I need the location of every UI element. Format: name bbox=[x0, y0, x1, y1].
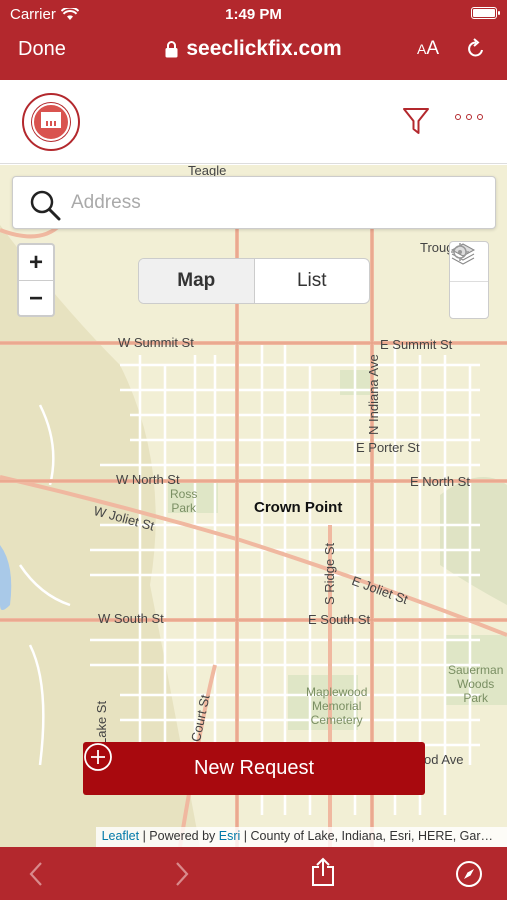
map-label-e-summit: E Summit St bbox=[380, 337, 453, 352]
sauerman-line1: Sauerman bbox=[448, 663, 504, 677]
map-label-w-north: W North St bbox=[116, 472, 180, 487]
text-size-small-label: A bbox=[416, 41, 427, 57]
url-text: seeclickfix.com bbox=[186, 37, 342, 60]
more-options-icon[interactable] bbox=[455, 114, 483, 120]
compass-icon[interactable] bbox=[455, 860, 483, 888]
share-icon[interactable] bbox=[311, 857, 335, 887]
esri-link[interactable]: Esri bbox=[219, 829, 241, 843]
map-label-s-ridge: S Ridge St bbox=[322, 542, 337, 605]
forward-icon[interactable] bbox=[174, 861, 190, 887]
plus-circle-icon bbox=[84, 743, 112, 771]
ross-park-line2: Park bbox=[171, 501, 197, 515]
safari-bottom-bar bbox=[0, 847, 507, 900]
zoom-control: + − bbox=[17, 243, 55, 317]
map-label-e-south: E South St bbox=[308, 612, 371, 627]
zoom-in-button[interactable]: + bbox=[19, 245, 53, 280]
map-label-lake: Lake St bbox=[94, 700, 109, 745]
map-side-controls bbox=[449, 241, 489, 319]
reload-icon[interactable] bbox=[465, 38, 487, 60]
zoom-out-button[interactable]: − bbox=[19, 280, 53, 315]
clock: 1:49 PM bbox=[225, 6, 282, 23]
maplewood-line3: Cemetery bbox=[310, 713, 363, 727]
text-size-large-label: A bbox=[426, 38, 439, 59]
map-label-city: Crown Point bbox=[254, 499, 343, 516]
map-label-sauerman: Sauerman Woods Park bbox=[448, 663, 503, 705]
browser-nav-row: Done seeclickfix.com AA bbox=[0, 30, 507, 70]
map-label-w-summit: W Summit St bbox=[118, 335, 194, 350]
seal-courthouse-icon bbox=[41, 112, 61, 128]
city-seal-logo bbox=[22, 93, 80, 151]
filter-icon[interactable] bbox=[403, 107, 429, 135]
map-attribution: Leaflet | Powered by Esri | County of La… bbox=[95, 827, 507, 847]
sauerman-line3: Park bbox=[463, 691, 489, 705]
map-label-n-indiana: N Indiana Ave bbox=[366, 354, 381, 435]
search-icon bbox=[30, 190, 61, 221]
safari-top-bar: Carrier 1:49 PM Done seeclickfix.com AA bbox=[0, 0, 507, 80]
status-bar: Carrier 1:49 PM bbox=[0, 0, 507, 28]
battery-icon bbox=[471, 7, 500, 19]
lock-icon bbox=[165, 40, 178, 57]
new-request-button[interactable]: New Request bbox=[83, 742, 425, 795]
app-header bbox=[0, 80, 507, 164]
powered-by-text: | Powered by bbox=[139, 829, 219, 843]
tab-map[interactable]: Map bbox=[139, 259, 255, 303]
tab-list[interactable]: List bbox=[255, 259, 370, 303]
locate-button[interactable] bbox=[450, 243, 488, 319]
map-list-toggle: Map List bbox=[138, 258, 370, 304]
address-input[interactable] bbox=[71, 189, 471, 217]
locate-icon bbox=[451, 243, 469, 261]
map-view[interactable]: Teagle Troug W Summit St E Summit St E P… bbox=[0, 165, 507, 847]
address-search-box bbox=[12, 176, 496, 229]
maplewood-line2: Memorial bbox=[312, 699, 362, 713]
leaflet-link[interactable]: Leaflet bbox=[102, 829, 140, 843]
map-label-e-porter: E Porter St bbox=[356, 440, 420, 455]
sauerman-line2: Woods bbox=[457, 677, 495, 691]
map-label-ross-park: Ross Park bbox=[170, 487, 197, 515]
map-label-od-ave: od Ave bbox=[424, 752, 464, 767]
ross-park-line1: Ross bbox=[170, 487, 198, 501]
map-label-maplewood: Maplewood Memorial Cemetery bbox=[306, 685, 367, 727]
attribution-rest: | County of Lake, Indiana, Esri, HERE, G… bbox=[240, 829, 493, 843]
map-label-w-south: W South St bbox=[98, 611, 164, 626]
text-size-button[interactable]: AA bbox=[417, 38, 439, 60]
back-icon[interactable] bbox=[28, 861, 44, 887]
new-request-label: New Request bbox=[193, 757, 315, 779]
maplewood-line1: Maplewood bbox=[306, 685, 368, 699]
map-label-e-north: E North St bbox=[410, 474, 470, 489]
